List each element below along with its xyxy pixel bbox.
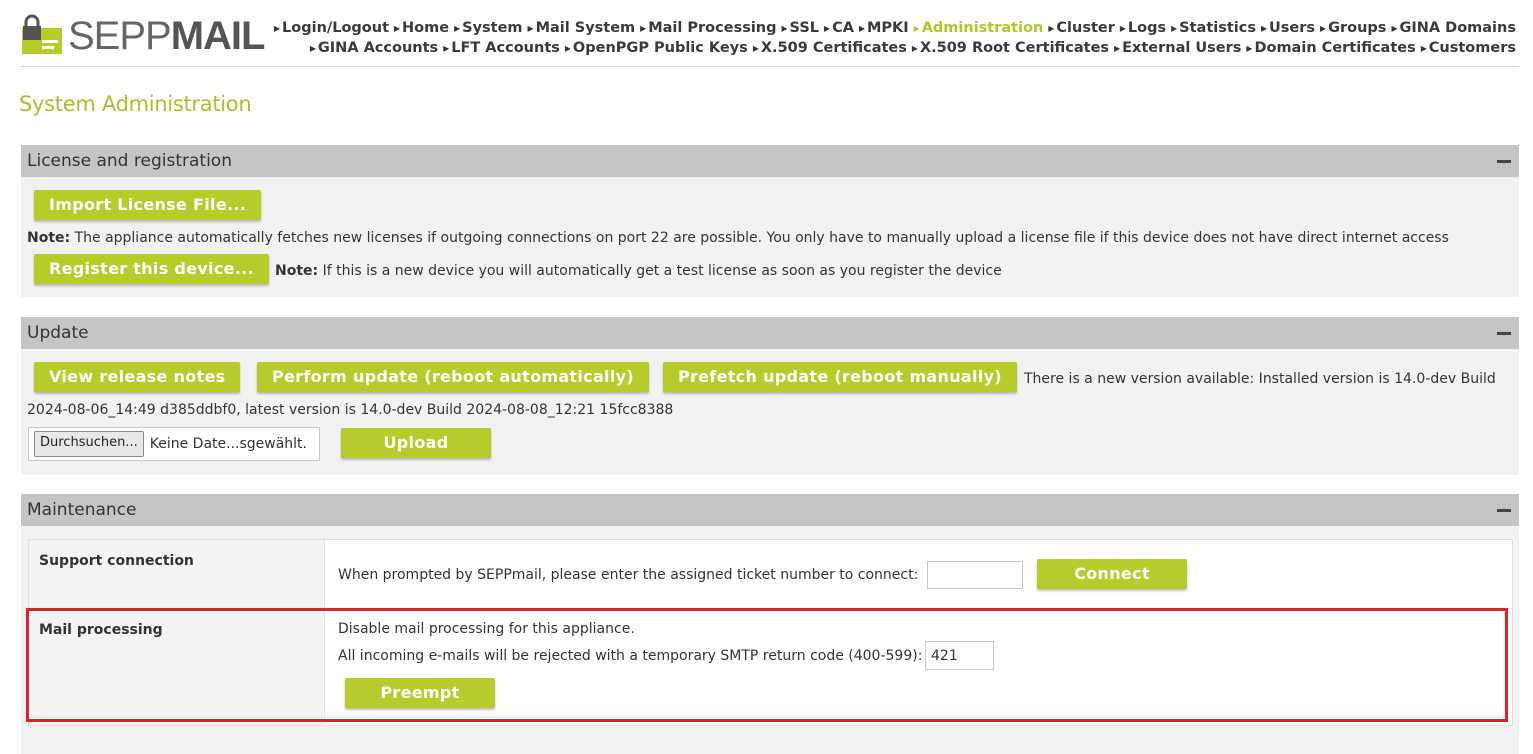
update-status-line-2: 2024-08-06_14:49 d385ddbf0, latest versi…: [27, 402, 674, 418]
file-name-label: Keine Date...sgewählt.: [149, 436, 307, 452]
mail-processing-line-1: Disable mail processing for this applian…: [338, 621, 635, 637]
support-connection-row: Support connection When prompted by SEPP…: [29, 540, 1512, 609]
nav-item-mail-system[interactable]: Mail System: [528, 20, 636, 36]
import-license-button[interactable]: Import License File...: [34, 190, 262, 220]
ticket-number-input[interactable]: [927, 561, 1023, 589]
mail-processing-content: Disable mail processing for this applian…: [326, 609, 1512, 725]
nav-item-lft-accounts[interactable]: LFT Accounts: [443, 40, 560, 56]
update-section: Update View release notes Perform update…: [21, 317, 1519, 475]
nav-item-gina-accounts[interactable]: GINA Accounts: [310, 40, 438, 56]
mail-processing-line-2: All incoming e-mails will be rejected wi…: [338, 648, 923, 664]
nav-item-login-logout[interactable]: Login/Logout: [274, 20, 389, 36]
support-connection-text: When prompted by SEPPmail, please enter …: [338, 567, 919, 583]
nav-item-x-509-certificates[interactable]: X.509 Certificates: [753, 40, 907, 56]
license-note-text: The appliance automatically fetches new …: [70, 230, 1449, 246]
header-divider: [20, 66, 1519, 67]
nav-item-mail-processing[interactable]: Mail Processing: [640, 20, 776, 36]
maintenance-section: Maintenance Support connection When prom…: [21, 494, 1519, 754]
nav-item-administration[interactable]: Administration: [914, 20, 1044, 36]
view-release-notes-button[interactable]: View release notes: [34, 362, 241, 392]
update-status-line-1: There is a new version available: Instal…: [1024, 371, 1496, 387]
maintenance-section-title: Maintenance: [27, 500, 137, 520]
nav-item-logs[interactable]: Logs: [1120, 20, 1166, 36]
file-upload-field[interactable]: Durchsuchen... Keine Date...sgewählt.: [28, 427, 320, 461]
register-note-text: If this is a new device you will automat…: [318, 263, 1002, 279]
license-note: Note: The appliance automatically fetche…: [27, 230, 1449, 246]
support-connection-label: Support connection: [29, 540, 325, 608]
prefetch-update-button[interactable]: Prefetch update (reboot manually): [663, 362, 1017, 392]
nav-item-openpgp-public-keys[interactable]: OpenPGP Public Keys: [565, 40, 748, 56]
license-note-label: Note:: [27, 230, 71, 246]
nav-item-domain-certificates[interactable]: Domain Certificates: [1246, 40, 1415, 56]
mail-processing-label: Mail processing: [29, 609, 325, 725]
collapse-icon[interactable]: [1497, 331, 1511, 335]
upload-button[interactable]: Upload: [341, 428, 491, 458]
update-section-header[interactable]: Update: [21, 317, 1519, 349]
register-note: Note: If this is a new device you will a…: [275, 263, 1002, 279]
nav-item-external-users[interactable]: External Users: [1114, 40, 1241, 56]
nav-row-2: GINA Accounts LFT Accounts OpenPGP Public …: [256, 38, 1516, 58]
nav-item-users[interactable]: Users: [1261, 20, 1315, 36]
update-section-title: Update: [27, 323, 89, 343]
license-section: License and registration Import License …: [21, 145, 1519, 297]
brand-name: SEPPMAIL: [68, 14, 265, 58]
perform-update-button[interactable]: Perform update (reboot automatically): [257, 362, 649, 392]
header: SEPPMAIL Login/Logout Home System Mail Syst…: [0, 0, 1533, 68]
browse-button[interactable]: Durchsuchen...: [34, 431, 144, 457]
lock-envelope-icon: [20, 14, 62, 56]
collapse-icon[interactable]: [1497, 508, 1511, 512]
nav-item-gina-domains[interactable]: GINA Domains: [1391, 20, 1516, 36]
nav-item-home[interactable]: Home: [394, 20, 449, 36]
nav-item-mpki[interactable]: MPKI: [859, 20, 909, 36]
nav-item-ca[interactable]: CA: [824, 20, 854, 36]
nav-item-groups[interactable]: Groups: [1320, 20, 1386, 36]
collapse-icon[interactable]: [1497, 159, 1511, 163]
maintenance-table: Support connection When prompted by SEPP…: [28, 539, 1513, 726]
license-section-title: License and registration: [27, 151, 232, 171]
mail-processing-row: Mail processing Disable mail processing …: [29, 609, 1512, 725]
main-navigation: Login/Logout Home System Mail SystemMail Pr…: [256, 18, 1516, 58]
nav-item-x-509-root-certificates[interactable]: X.509 Root Certificates: [912, 40, 1109, 56]
nav-item-customers[interactable]: Customers: [1421, 40, 1516, 56]
nav-row-1: Login/Logout Home System Mail SystemMail Pr…: [256, 18, 1516, 38]
support-connection-content: When prompted by SEPPmail, please enter …: [326, 540, 1512, 608]
register-note-label: Note:: [275, 263, 319, 279]
nav-item-cluster[interactable]: Cluster: [1048, 20, 1115, 36]
maintenance-section-header[interactable]: Maintenance: [21, 494, 1519, 526]
nav-item-system[interactable]: System: [454, 20, 522, 36]
smtp-return-code-input[interactable]: [925, 641, 994, 670]
license-section-header[interactable]: License and registration: [21, 145, 1519, 177]
nav-item-ssl[interactable]: SSL: [782, 20, 820, 36]
nav-item-statistics[interactable]: Statistics: [1171, 20, 1256, 36]
connect-button[interactable]: Connect: [1037, 559, 1187, 589]
page-title: System Administration: [19, 92, 252, 116]
preempt-button[interactable]: Preempt: [345, 678, 495, 708]
register-device-button[interactable]: Register this device...: [34, 254, 269, 284]
seppmail-logo[interactable]: SEPPMAIL: [20, 14, 265, 58]
